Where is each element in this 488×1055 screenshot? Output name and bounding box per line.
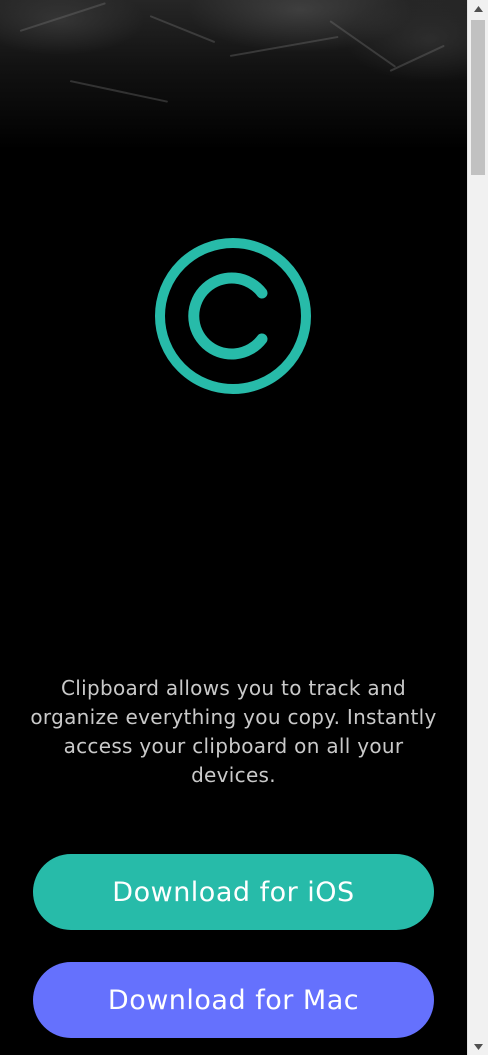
triangle-up-icon[interactable] xyxy=(468,0,488,17)
scrollbar-thumb[interactable] xyxy=(471,20,485,175)
download-mac-button[interactable]: Download for Mac xyxy=(33,962,434,1038)
app-description: Clipboard allows you to track and organi… xyxy=(30,676,437,787)
hero-background xyxy=(0,0,467,150)
page: Clipboard allows you to track and organi… xyxy=(0,0,467,1055)
vertical-scrollbar[interactable] xyxy=(467,0,488,1055)
download-ios-button[interactable]: Download for iOS xyxy=(33,854,434,930)
clipboard-logo-icon xyxy=(155,238,311,394)
triangle-down-icon[interactable] xyxy=(468,1038,488,1055)
